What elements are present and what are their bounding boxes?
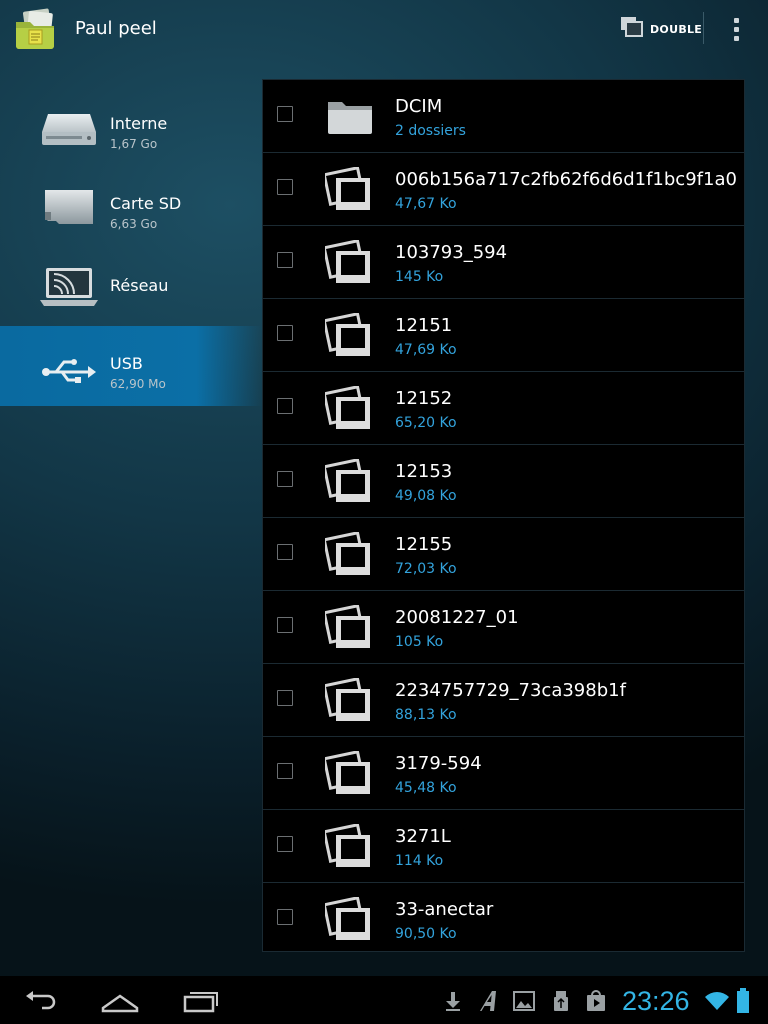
file-detail: 72,03 Ko	[395, 561, 457, 577]
double-label: DOUBLE	[650, 22, 703, 36]
file-detail: 88,13 Ko	[395, 707, 457, 723]
sidebar-item-usb[interactable]: USB 62,90 Mo	[0, 326, 262, 406]
sidebar-item-carte-sd[interactable]: Carte SD 6,63 Go	[0, 166, 262, 246]
download-icon	[444, 990, 462, 1012]
back-icon[interactable]	[22, 984, 58, 1016]
list-item[interactable]: 3179-594 45,48 Ko	[263, 737, 744, 810]
clock: 23:26	[622, 986, 690, 1016]
image-file-icon	[322, 385, 375, 432]
image-file-icon	[322, 896, 375, 943]
file-detail: 47,69 Ko	[395, 342, 457, 358]
image-file-icon	[322, 239, 375, 286]
double-pane-button[interactable]: DOUBLE	[620, 14, 702, 44]
home-icon[interactable]	[100, 984, 140, 1016]
file-name: 3271L	[395, 826, 451, 847]
file-name: 006b156a717c2fb62f6d6d1f1bc9f1a0	[395, 169, 737, 190]
sidebar-item-label: Carte SD	[110, 194, 182, 213]
select-checkbox[interactable]	[277, 836, 293, 852]
file-detail: 90,50 Ko	[395, 926, 457, 942]
list-item[interactable]: 006b156a717c2fb62f6d6d1f1bc9f1a0 47,67 K…	[263, 153, 744, 226]
list-item[interactable]: 12155 72,03 Ko	[263, 518, 744, 591]
file-detail: 145 Ko	[395, 269, 444, 285]
select-checkbox[interactable]	[277, 763, 293, 779]
file-name: 12153	[395, 461, 453, 482]
file-name: 2234757729_73ca398b1f	[395, 680, 626, 701]
file-detail: 2 dossiers	[395, 123, 466, 139]
file-detail: 65,20 Ko	[395, 415, 457, 431]
sidebar-item-size: 6,63 Go	[110, 217, 158, 231]
file-name: 12155	[395, 534, 453, 555]
image-file-icon	[322, 166, 375, 213]
font-app-icon	[476, 990, 502, 1012]
list-item[interactable]: 103793_594 145 Ko	[263, 226, 744, 299]
sidebar-item-size: 62,90 Mo	[110, 377, 166, 391]
storage-sidebar: Interne 1,67 Go Carte SD 6,63 Go Réseau	[0, 86, 262, 406]
sidebar-item-size: 1,67 Go	[110, 137, 158, 151]
play-store-icon	[585, 990, 607, 1012]
image-file-icon	[322, 604, 375, 651]
image-file-icon	[322, 458, 375, 505]
file-name: 20081227_01	[395, 607, 519, 628]
system-bar: 23:26	[0, 976, 768, 1024]
file-detail: 105 Ko	[395, 634, 444, 650]
overflow-menu-icon[interactable]	[724, 14, 748, 44]
image-file-icon	[322, 750, 375, 797]
file-name: 12151	[395, 315, 453, 336]
select-checkbox[interactable]	[277, 690, 293, 706]
list-item[interactable]: 12152 65,20 Ko	[263, 372, 744, 445]
list-item[interactable]: 2234757729_73ca398b1f 88,13 Ko	[263, 664, 744, 737]
sidebar-item-interne[interactable]: Interne 1,67 Go	[0, 86, 262, 166]
file-name: DCIM	[395, 96, 443, 117]
battery-icon	[736, 988, 750, 1013]
wifi-icon	[704, 990, 730, 1012]
gallery-icon	[513, 990, 535, 1012]
sidebar-item-label: USB	[110, 354, 143, 373]
image-file-icon	[322, 312, 375, 359]
app-title: Paul peel	[75, 18, 157, 39]
file-name: 103793_594	[395, 242, 508, 263]
sidebar-item-label: Réseau	[110, 276, 169, 295]
select-checkbox[interactable]	[277, 252, 293, 268]
file-name: 33-anectar	[395, 899, 494, 920]
file-name: 12152	[395, 388, 453, 409]
image-file-icon	[322, 531, 375, 578]
dual-pane-icon	[620, 16, 644, 42]
hard-drive-icon	[40, 106, 98, 148]
file-detail: 47,67 Ko	[395, 196, 457, 212]
recent-apps-icon[interactable]	[182, 984, 220, 1016]
select-checkbox[interactable]	[277, 398, 293, 414]
image-file-icon	[322, 823, 375, 870]
sd-card-icon	[40, 186, 98, 228]
file-name: 3179-594	[395, 753, 482, 774]
list-item[interactable]: 3271L 114 Ko	[263, 810, 744, 883]
sidebar-item-reseau[interactable]: Réseau	[0, 246, 262, 326]
file-list[interactable]: DCIM 2 dossiers 006b156a717c2fb62f6d6d1f…	[262, 79, 745, 952]
list-item[interactable]: 33-anectar 90,50 Ko	[263, 883, 744, 956]
file-detail: 114 Ko	[395, 853, 444, 869]
select-checkbox[interactable]	[277, 325, 293, 341]
list-item[interactable]: 12153 49,08 Ko	[263, 445, 744, 518]
select-checkbox[interactable]	[277, 106, 293, 122]
sidebar-item-label: Interne	[110, 114, 168, 133]
image-file-icon	[322, 677, 375, 724]
select-checkbox[interactable]	[277, 617, 293, 633]
file-detail: 45,48 Ko	[395, 780, 457, 796]
laptop-network-icon	[40, 266, 98, 308]
actionbar-divider	[703, 12, 704, 44]
folder-icon	[325, 94, 375, 140]
list-item[interactable]: DCIM 2 dossiers	[263, 80, 744, 153]
usb-icon	[40, 346, 98, 388]
list-item[interactable]: 12151 47,69 Ko	[263, 299, 744, 372]
select-checkbox[interactable]	[277, 544, 293, 560]
select-checkbox[interactable]	[277, 471, 293, 487]
action-bar: Paul peel DOUBLE	[0, 0, 768, 58]
file-detail: 49,08 Ko	[395, 488, 457, 504]
usb-storage-icon	[551, 990, 571, 1012]
select-checkbox[interactable]	[277, 179, 293, 195]
select-checkbox[interactable]	[277, 909, 293, 925]
file-manager-app-icon[interactable]	[14, 8, 58, 50]
list-item[interactable]: 20081227_01 105 Ko	[263, 591, 744, 664]
